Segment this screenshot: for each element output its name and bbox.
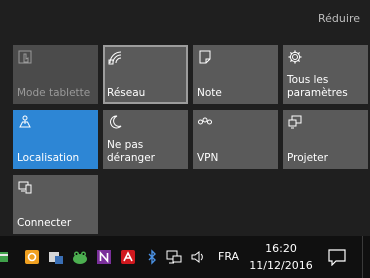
location-icon bbox=[19, 115, 31, 128]
tile-tablet-mode[interactable]: Mode tablette bbox=[13, 45, 98, 104]
camera-app-icon[interactable] bbox=[48, 249, 64, 265]
network-icon bbox=[108, 51, 122, 65]
tile-all-settings[interactable]: Tous les paramètres bbox=[283, 45, 368, 104]
tile-note[interactable]: Note bbox=[193, 45, 278, 104]
tile-label: Connecter bbox=[17, 217, 72, 229]
tile-label: Ne pas déranger bbox=[107, 139, 155, 164]
tile-label: Réseau bbox=[107, 87, 146, 99]
tile-connect[interactable]: Connecter bbox=[13, 175, 98, 234]
tile-label: VPN bbox=[197, 152, 219, 164]
pinned-app-icon[interactable] bbox=[0, 249, 10, 265]
settings-gear-icon bbox=[288, 50, 302, 64]
tablet-mode-icon bbox=[18, 50, 32, 64]
tile-network[interactable]: Réseau bbox=[103, 45, 188, 104]
bluetooth-icon[interactable] bbox=[144, 249, 160, 265]
action-center: Réduire Mode tablette Réseau Note Tous l… bbox=[0, 0, 370, 278]
tile-label: Note bbox=[197, 87, 222, 99]
tile-project[interactable]: Projeter bbox=[283, 110, 368, 169]
clock-time: 16:20 bbox=[265, 242, 297, 255]
tile-label: Localisation bbox=[17, 152, 80, 164]
tile-vpn[interactable]: VPN bbox=[193, 110, 278, 169]
show-desktop-divider[interactable] bbox=[362, 236, 363, 278]
taskbar: FRA 16:20 11/12/2016 bbox=[0, 236, 370, 278]
onenote-icon[interactable] bbox=[96, 249, 112, 265]
collapse-link[interactable]: Réduire bbox=[318, 12, 360, 25]
tile-label: Mode tablette bbox=[17, 87, 91, 99]
clock-date: 11/12/2016 bbox=[249, 259, 313, 272]
frog-app-icon[interactable] bbox=[72, 249, 88, 265]
project-icon bbox=[288, 115, 302, 129]
outlook-icon[interactable] bbox=[24, 249, 40, 265]
notification-center-icon[interactable] bbox=[327, 248, 347, 266]
tile-label: Projeter bbox=[287, 152, 328, 164]
moon-icon bbox=[110, 115, 122, 129]
tile-quiet-hours[interactable]: Ne pas déranger bbox=[103, 110, 188, 169]
input-language-indicator[interactable]: FRA bbox=[218, 250, 239, 263]
connect-icon bbox=[18, 181, 32, 194]
clock[interactable]: 16:20 11/12/2016 bbox=[248, 240, 314, 274]
vpn-icon bbox=[198, 117, 212, 125]
network-tray-icon[interactable] bbox=[166, 249, 182, 265]
note-icon bbox=[199, 50, 211, 64]
avira-icon[interactable] bbox=[120, 249, 136, 265]
volume-icon[interactable] bbox=[190, 249, 206, 265]
tile-location[interactable]: Localisation bbox=[13, 110, 98, 169]
tile-label: Tous les paramètres bbox=[287, 74, 348, 99]
